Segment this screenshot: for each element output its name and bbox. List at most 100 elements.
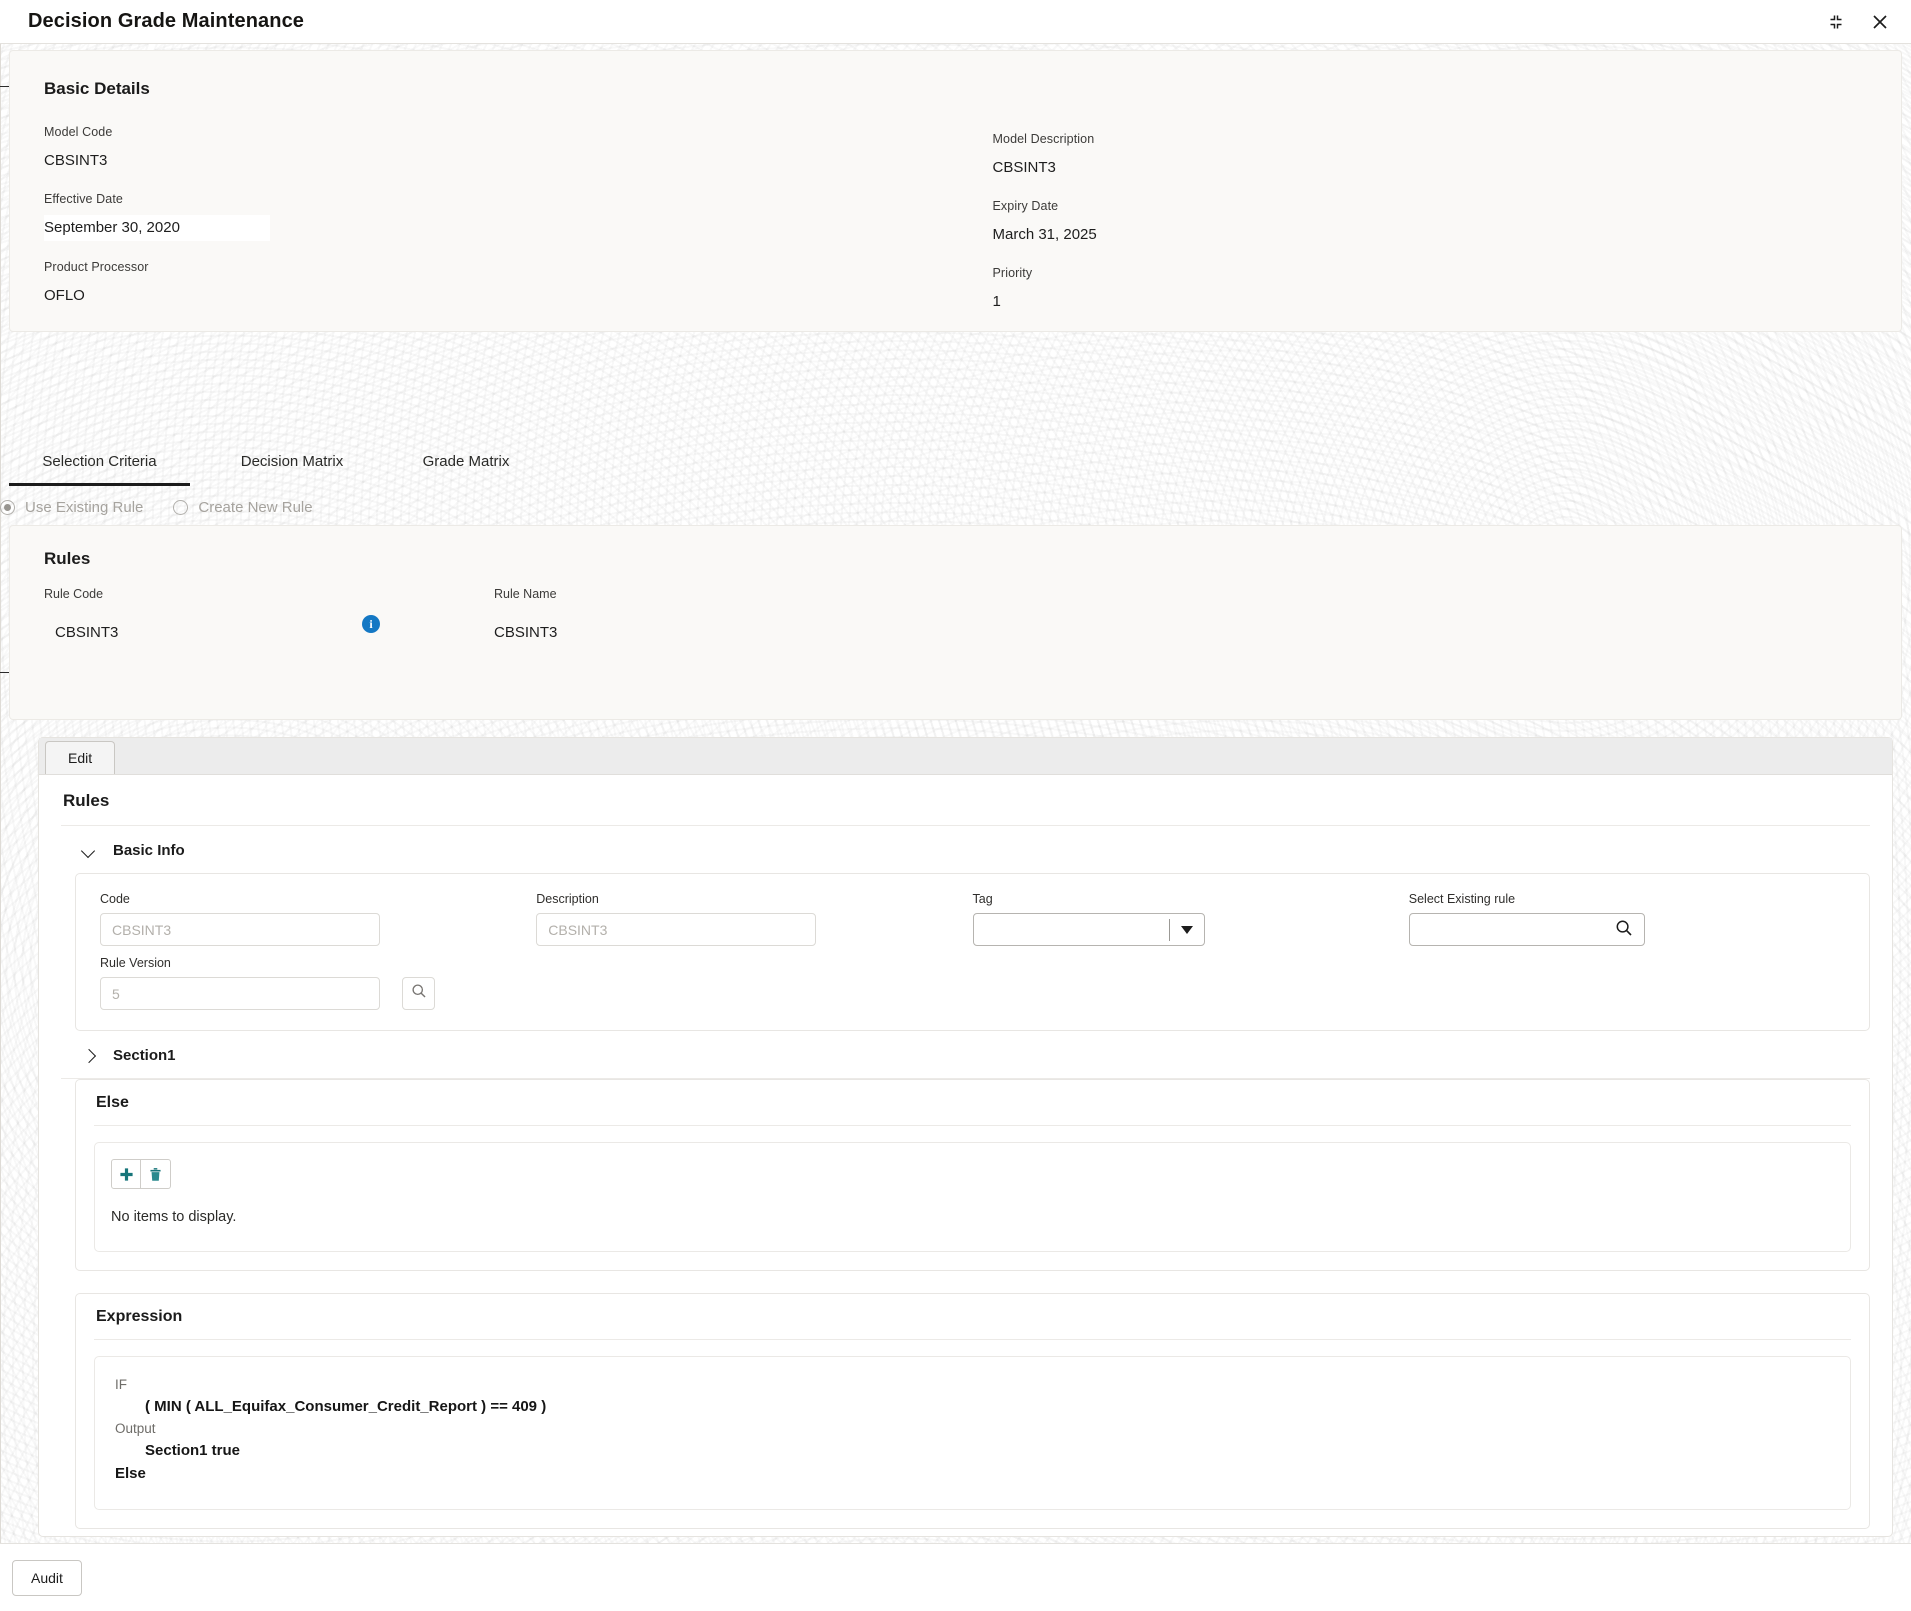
accordion-basic-info[interactable]: Basic Info bbox=[61, 826, 1870, 873]
code-input[interactable]: CBSINT3 bbox=[100, 913, 380, 946]
form-col-select-existing-rule: Select Existing rule bbox=[1408, 892, 1845, 946]
field-label: Expiry Date bbox=[992, 199, 1059, 213]
footer-bar: Audit bbox=[0, 1543, 1911, 1611]
rules-summary-grid: Rule Code CBSINT3 Rule Name CBSINT3 i bbox=[44, 587, 1867, 641]
rule-code-field: Rule Code CBSINT3 bbox=[44, 587, 494, 641]
form-col-rule-version: Rule Version 5 bbox=[100, 956, 380, 1010]
chevron-down-icon bbox=[1170, 914, 1204, 945]
field-label: Effective Date bbox=[44, 192, 123, 206]
tag-label: Tag bbox=[972, 892, 993, 906]
page-body: Basic Details Model Code CBSINT3 Effecti… bbox=[0, 44, 1911, 1611]
description-input[interactable]: CBSINT3 bbox=[536, 913, 817, 946]
tab-grade-matrix[interactable]: Grade Matrix bbox=[391, 453, 541, 486]
radio-use-existing-rule[interactable]: Use Existing Rule bbox=[0, 499, 143, 516]
expression-panel-title: Expression bbox=[94, 1294, 1851, 1340]
field-product-processor: Product Processor OFLO bbox=[44, 260, 956, 304]
close-icon[interactable] bbox=[1867, 9, 1893, 35]
titlebar-actions bbox=[1823, 9, 1893, 35]
field-value: CBSINT3 bbox=[44, 152, 108, 169]
basic-details-card: Basic Details Model Code CBSINT3 Effecti… bbox=[9, 50, 1902, 332]
tab-selection-criteria[interactable]: Selection Criteria bbox=[9, 453, 190, 486]
field-value: March 31, 2025 bbox=[992, 226, 1097, 243]
expression-panel-body: IF ( MIN ( ALL_Equifax_Consumer_Credit_R… bbox=[76, 1340, 1869, 1528]
basic-info-fields-panel: Code CBSINT3 Description CBSINT3 Tag Sel… bbox=[75, 873, 1870, 1031]
field-value: CBSINT3 bbox=[55, 624, 119, 641]
rule-mode-radio-group: Use Existing Rule Create New Rule bbox=[0, 499, 313, 516]
chevron-down-icon bbox=[81, 843, 97, 859]
frame-border-left bbox=[0, 44, 1, 1611]
expression-line: Else bbox=[115, 1465, 146, 1482]
collapse-icon[interactable] bbox=[1823, 9, 1849, 35]
radio-indicator bbox=[173, 500, 189, 515]
field-value: 1 bbox=[992, 293, 1001, 310]
form-col-tag: Tag bbox=[972, 892, 1409, 946]
field-label: Priority bbox=[992, 266, 1033, 280]
tab-decision-matrix[interactable]: Decision Matrix bbox=[212, 453, 372, 486]
rule-builder-panel: Edit Rules Basic Info Code CBSINT3 Descr… bbox=[38, 737, 1893, 1537]
select-existing-rule-input[interactable] bbox=[1408, 913, 1645, 946]
expression-panel: Expression IF ( MIN ( ALL_Equifax_Consum… bbox=[75, 1293, 1870, 1530]
tag-select-value bbox=[974, 914, 1169, 945]
field-label: Rule Code bbox=[44, 587, 104, 601]
tag-select[interactable] bbox=[972, 913, 1205, 946]
else-empty-message: No items to display. bbox=[111, 1209, 237, 1225]
description-label: Description bbox=[536, 892, 599, 906]
rule-name-field: Rule Name CBSINT3 bbox=[494, 587, 994, 641]
basic-details-heading: Basic Details bbox=[44, 79, 150, 98]
rule-version-search-button[interactable] bbox=[402, 977, 435, 1010]
delete-icon[interactable] bbox=[141, 1159, 171, 1189]
expression-line: Output bbox=[115, 1420, 156, 1436]
basic-info-form-grid: Code CBSINT3 Description CBSINT3 Tag Sel… bbox=[100, 892, 1845, 946]
form-col-description: Description CBSINT3 bbox=[536, 892, 972, 946]
radio-label: Use Existing Rule bbox=[25, 499, 144, 516]
form-col-code: Code CBSINT3 bbox=[100, 892, 536, 946]
field-value: CBSINT3 bbox=[992, 159, 1056, 176]
accordion-label: Basic Info bbox=[113, 842, 185, 859]
info-icon[interactable]: i bbox=[362, 615, 380, 633]
field-value: CBSINT3 bbox=[494, 624, 558, 641]
field-model-code: Model Code CBSINT3 bbox=[44, 125, 956, 169]
rule-version-label: Rule Version bbox=[100, 956, 171, 970]
expression-line: ( MIN ( ALL_Equifax_Consumer_Credit_Repo… bbox=[145, 1398, 547, 1416]
field-expiry-date: Expiry Date March 31, 2025 bbox=[993, 199, 1868, 243]
else-toolbar bbox=[111, 1159, 1834, 1189]
code-label: Code bbox=[100, 892, 130, 906]
field-effective-date: Effective Date September 30, 2020 bbox=[44, 192, 956, 241]
builder-body: Rules Basic Info Code CBSINT3 Descriptio… bbox=[39, 775, 1892, 1530]
expression-content: IF ( MIN ( ALL_Equifax_Consumer_Credit_R… bbox=[94, 1356, 1851, 1511]
basic-details-left-column: Model Code CBSINT3 Effective Date Septem… bbox=[44, 125, 956, 333]
search-icon bbox=[411, 983, 427, 1004]
radio-create-new-rule[interactable]: Create New Rule bbox=[173, 499, 313, 516]
accordion-section1[interactable]: Section1 bbox=[61, 1031, 1870, 1079]
rules-summary-card: Rules Rule Code CBSINT3 Rule Name CBSINT… bbox=[9, 525, 1902, 720]
field-model-description: Model Description CBSINT3 bbox=[993, 132, 1868, 176]
window-titlebar: Decision Grade Maintenance bbox=[0, 0, 1911, 44]
rule-version-input[interactable]: 5 bbox=[100, 977, 380, 1010]
edit-button[interactable]: Edit bbox=[45, 741, 116, 774]
else-panel: Else No items to display. bbox=[75, 1079, 1870, 1271]
field-label: Model Code bbox=[44, 125, 113, 139]
builder-toolbar: Edit bbox=[39, 738, 1892, 775]
add-icon[interactable] bbox=[111, 1159, 141, 1189]
audit-button[interactable]: Audit bbox=[12, 1559, 82, 1596]
field-label: Model Description bbox=[992, 132, 1095, 146]
expression-line: IF bbox=[115, 1377, 127, 1392]
field-priority: Priority 1 bbox=[993, 266, 1868, 310]
frame-tick-bottom bbox=[0, 672, 9, 673]
radio-label: Create New Rule bbox=[198, 499, 313, 516]
else-panel-title: Else bbox=[94, 1080, 1851, 1126]
page-title: Decision Grade Maintenance bbox=[28, 10, 305, 32]
accordion-label: Section1 bbox=[113, 1047, 176, 1064]
field-value: OFLO bbox=[44, 287, 85, 304]
field-value: September 30, 2020 bbox=[44, 215, 270, 241]
frame-tick-top bbox=[0, 86, 9, 87]
else-items-box: No items to display. bbox=[94, 1142, 1851, 1252]
builder-heading: Rules bbox=[61, 775, 1870, 826]
basic-details-fields: Model Code CBSINT3 Effective Date Septem… bbox=[44, 125, 1867, 333]
field-label: Product Processor bbox=[44, 260, 149, 274]
basic-details-right-column: Model Description CBSINT3 Expiry Date Ma… bbox=[956, 125, 1868, 333]
radio-indicator bbox=[0, 500, 15, 515]
tab-strip: Selection Criteria Decision Matrix Grade… bbox=[9, 440, 1902, 486]
search-icon bbox=[1615, 919, 1633, 940]
rule-version-row: Rule Version 5 bbox=[100, 956, 1845, 1010]
